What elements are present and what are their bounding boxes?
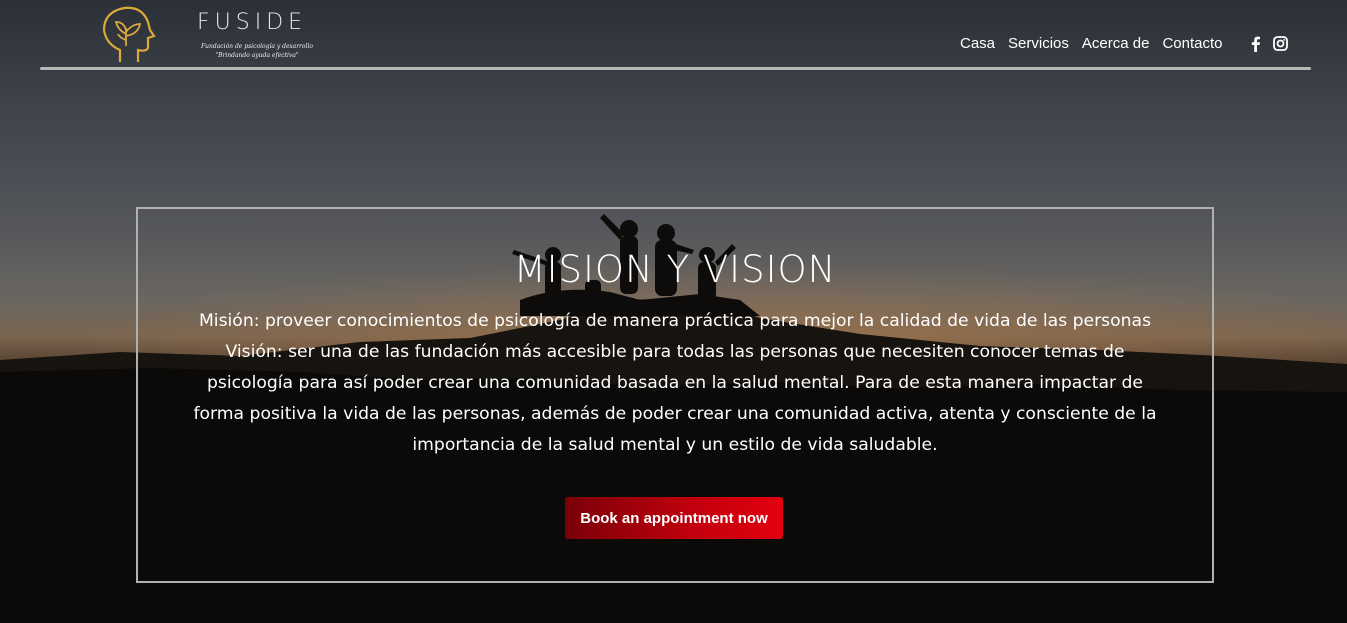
header-divider xyxy=(40,67,1311,70)
main-nav: Casa Servicios Acerca de Contacto xyxy=(960,35,1222,52)
facebook-icon[interactable] xyxy=(1248,35,1263,52)
nav-link-servicios[interactable]: Servicios xyxy=(1008,35,1069,52)
tagline-line1: Fundación de psicología y desarrollo xyxy=(200,43,313,50)
nav-link-acerca-de[interactable]: Acerca de xyxy=(1082,35,1150,52)
social-links xyxy=(1248,35,1288,52)
nav-link-casa[interactable]: Casa xyxy=(960,35,995,52)
mission-vision-text: Misión: proveer conocimientos de psicolo… xyxy=(193,311,1157,455)
instagram-icon[interactable] xyxy=(1273,35,1288,52)
brand-name: FUSIDE xyxy=(197,10,308,35)
book-appointment-button[interactable]: Book an appointment now xyxy=(565,497,783,539)
tagline-line2: "Brindando ayuda efectiva" xyxy=(215,52,299,59)
section-title: MISION Y VISION xyxy=(513,248,837,291)
brand-tagline: Fundación de psicología y desarrollo "Br… xyxy=(197,42,317,60)
site-header: FUSIDE Fundación de psicología y desarro… xyxy=(0,0,1347,70)
nav-link-contacto[interactable]: Contacto xyxy=(1162,35,1222,52)
head-with-plant-icon[interactable] xyxy=(98,4,156,66)
